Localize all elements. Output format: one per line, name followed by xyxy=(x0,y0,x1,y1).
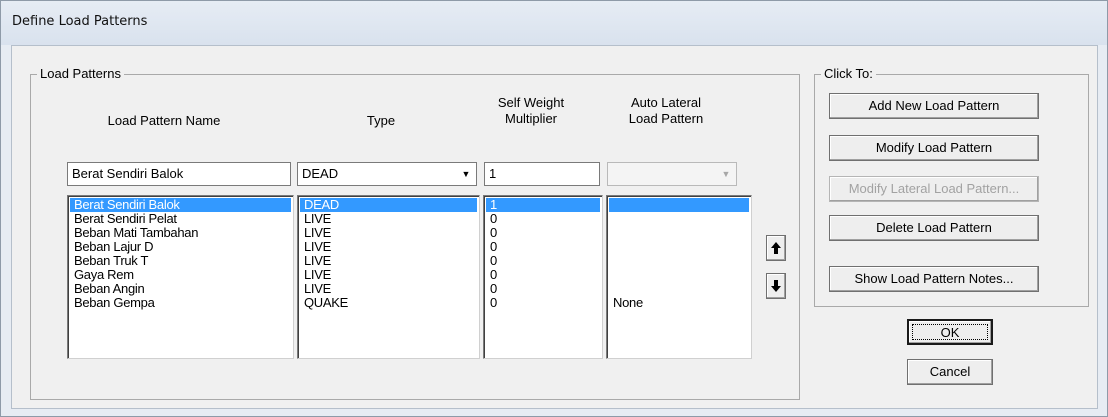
type-select-value: DEAD xyxy=(302,166,339,181)
list-item[interactable] xyxy=(609,240,749,254)
add-new-load-pattern-button[interactable]: Add New Load Pattern xyxy=(829,93,1039,119)
list-item[interactable] xyxy=(609,198,749,212)
load-patterns-group: Load Patterns Load Pattern Name Type Sel… xyxy=(30,66,800,400)
auto-lateral-list[interactable]: None xyxy=(606,195,752,359)
move-down-button[interactable] xyxy=(766,273,786,299)
list-item[interactable] xyxy=(609,212,749,226)
list-item[interactable]: Beban Mati Tambahan xyxy=(70,226,291,240)
list-item[interactable]: Berat Sendiri Balok xyxy=(70,198,291,212)
list-item[interactable] xyxy=(609,254,749,268)
list-item[interactable]: DEAD xyxy=(300,198,477,212)
list-item[interactable]: LIVE xyxy=(300,226,477,240)
arrow-down-icon xyxy=(771,280,781,292)
list-item[interactable] xyxy=(609,282,749,296)
list-item[interactable]: Beban Truk T xyxy=(70,254,291,268)
list-item[interactable]: 0 xyxy=(486,240,600,254)
ok-button[interactable]: OK xyxy=(907,319,993,345)
list-item[interactable]: 0 xyxy=(486,254,600,268)
dialog-client-area: Load Patterns Load Pattern Name Type Sel… xyxy=(11,45,1098,409)
list-item[interactable]: QUAKE xyxy=(300,296,477,310)
list-item[interactable]: Beban Angin xyxy=(70,282,291,296)
type-select[interactable]: DEAD ▼ xyxy=(297,162,477,186)
chevron-down-icon[interactable]: ▼ xyxy=(457,164,475,184)
click-to-group: Click To: Add New Load Pattern Modify Lo… xyxy=(814,66,1089,307)
title-bar: Define Load Patterns xyxy=(1,1,1107,45)
self-weight-list[interactable]: 10000000 xyxy=(483,195,603,359)
list-item[interactable]: Gaya Rem xyxy=(70,268,291,282)
list-item[interactable]: None xyxy=(609,296,749,310)
auto-lateral-select: ▼ xyxy=(607,162,737,186)
cancel-button[interactable]: Cancel xyxy=(907,359,993,385)
load-pattern-name-input[interactable]: Berat Sendiri Balok xyxy=(67,162,291,186)
load-pattern-name-list[interactable]: Berat Sendiri Balok Berat Sendiri Pelat Be… xyxy=(67,195,294,359)
list-item[interactable] xyxy=(609,268,749,282)
self-weight-multiplier-input[interactable]: 1 xyxy=(484,162,600,186)
delete-load-pattern-button[interactable]: Delete Load Pattern xyxy=(829,215,1039,241)
list-item[interactable]: 0 xyxy=(486,268,600,282)
type-list[interactable]: DEAD LIVE LIVE LIVE LIVE LIVE LIVE QUAKE xyxy=(297,195,480,359)
ok-button-label: OK xyxy=(912,324,988,340)
header-type: Type xyxy=(366,113,396,128)
header-self-weight-multiplier: Self Weight Multiplier xyxy=(497,95,565,126)
load-patterns-group-label: Load Patterns xyxy=(37,66,124,81)
list-item[interactable]: Berat Sendiri Pelat xyxy=(70,212,291,226)
chevron-down-icon: ▼ xyxy=(721,169,731,179)
list-item[interactable]: LIVE xyxy=(300,254,477,268)
modify-lateral-load-pattern-button: Modify Lateral Load Pattern... xyxy=(829,176,1039,202)
list-item[interactable]: 0 xyxy=(486,282,600,296)
header-load-pattern-name: Load Pattern Name xyxy=(107,113,221,128)
list-item[interactable] xyxy=(609,226,749,240)
list-item[interactable]: 1 xyxy=(486,198,600,212)
click-to-group-label: Click To: xyxy=(821,66,876,81)
list-item[interactable]: 0 xyxy=(486,226,600,240)
arrow-up-icon xyxy=(771,242,781,254)
list-item[interactable]: 0 xyxy=(486,212,600,226)
list-item[interactable]: LIVE xyxy=(300,212,477,226)
list-item[interactable]: LIVE xyxy=(300,282,477,296)
move-up-button[interactable] xyxy=(766,235,786,261)
dialog-window: Define Load Patterns Load Patterns Load … xyxy=(0,0,1108,417)
list-item[interactable]: Beban Lajur D xyxy=(70,240,291,254)
header-auto-lateral-load-pattern: Auto Lateral Load Pattern xyxy=(628,95,704,126)
list-item[interactable]: 0 xyxy=(486,296,600,310)
list-item[interactable]: LIVE xyxy=(300,268,477,282)
window-title: Define Load Patterns xyxy=(12,14,148,29)
show-load-pattern-notes-button[interactable]: Show Load Pattern Notes... xyxy=(829,266,1039,292)
modify-load-pattern-button[interactable]: Modify Load Pattern xyxy=(829,135,1039,161)
list-item[interactable]: LIVE xyxy=(300,240,477,254)
list-item[interactable]: Beban Gempa xyxy=(70,296,291,310)
